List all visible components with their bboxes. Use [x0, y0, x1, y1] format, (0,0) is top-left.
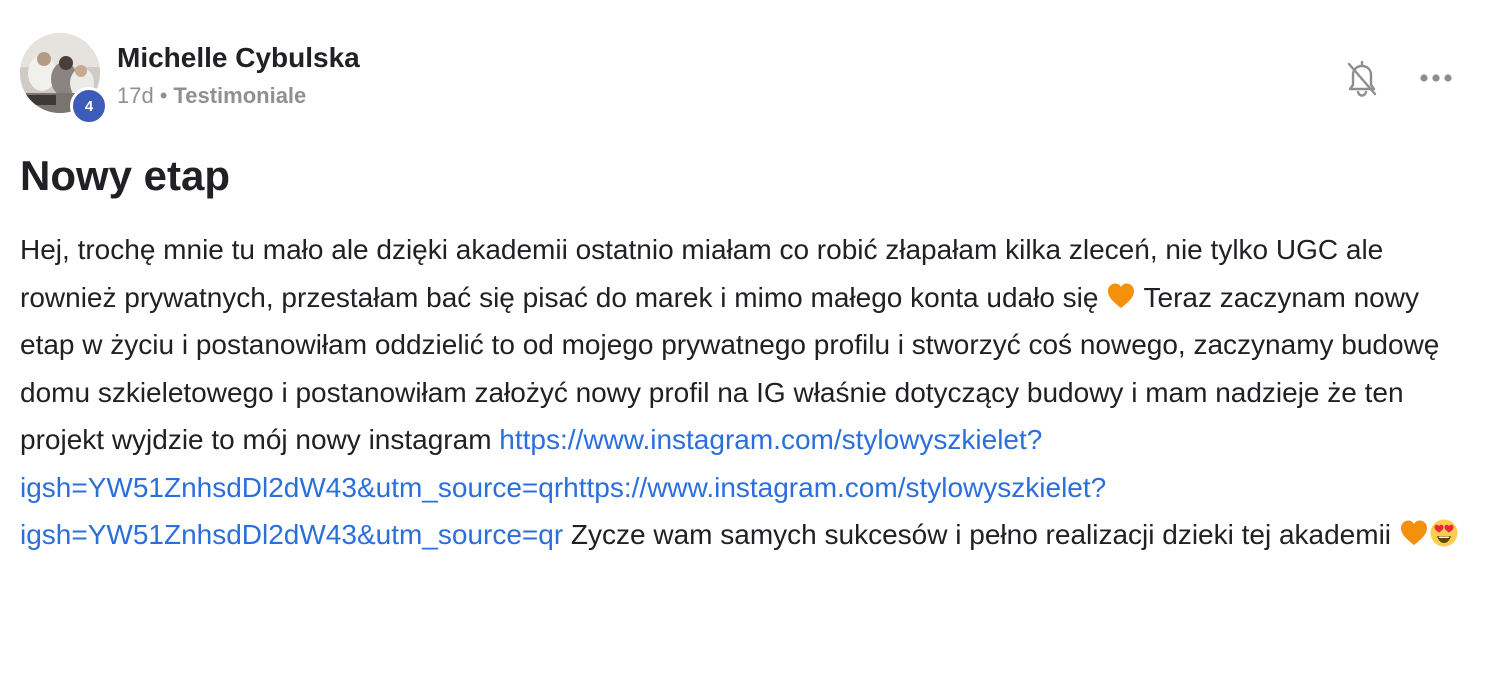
post-title: Nowy etap	[20, 152, 231, 199]
level-badge: 4	[70, 87, 108, 125]
author-meta: Michelle Cybulska 17d • Testimoniale	[117, 33, 360, 109]
post-card: 4 Michelle Cybulska 17d • Testimoniale N…	[0, 0, 1488, 692]
post-category[interactable]: Testimoniale	[173, 83, 306, 109]
bell-off-icon	[1347, 60, 1377, 97]
post-body: Hej, trochę mnie tu mało ale dzięki akad…	[20, 226, 1475, 559]
post-header: 4 Michelle Cybulska 17d • Testimoniale	[20, 33, 360, 125]
orange-heart-emoji-icon	[1106, 281, 1136, 311]
meta-separator: •	[159, 83, 168, 108]
author-avatar-wrapper[interactable]: 4	[20, 33, 108, 125]
post-actions	[1340, 56, 1458, 100]
more-horizontal-icon	[1420, 74, 1452, 82]
heart-eyes-emoji-icon	[1429, 518, 1459, 548]
post-sub-meta: 17d • Testimoniale	[117, 83, 360, 109]
post-time[interactable]: 17d	[117, 83, 154, 109]
more-options-button[interactable]	[1414, 56, 1458, 100]
notification-toggle-button[interactable]	[1340, 56, 1384, 100]
post-body-paragraph-3: Zycze wam samych sukcesów i pełno realiz…	[563, 519, 1399, 550]
author-name[interactable]: Michelle Cybulska	[117, 41, 360, 75]
orange-heart-emoji-icon-2	[1399, 518, 1429, 548]
